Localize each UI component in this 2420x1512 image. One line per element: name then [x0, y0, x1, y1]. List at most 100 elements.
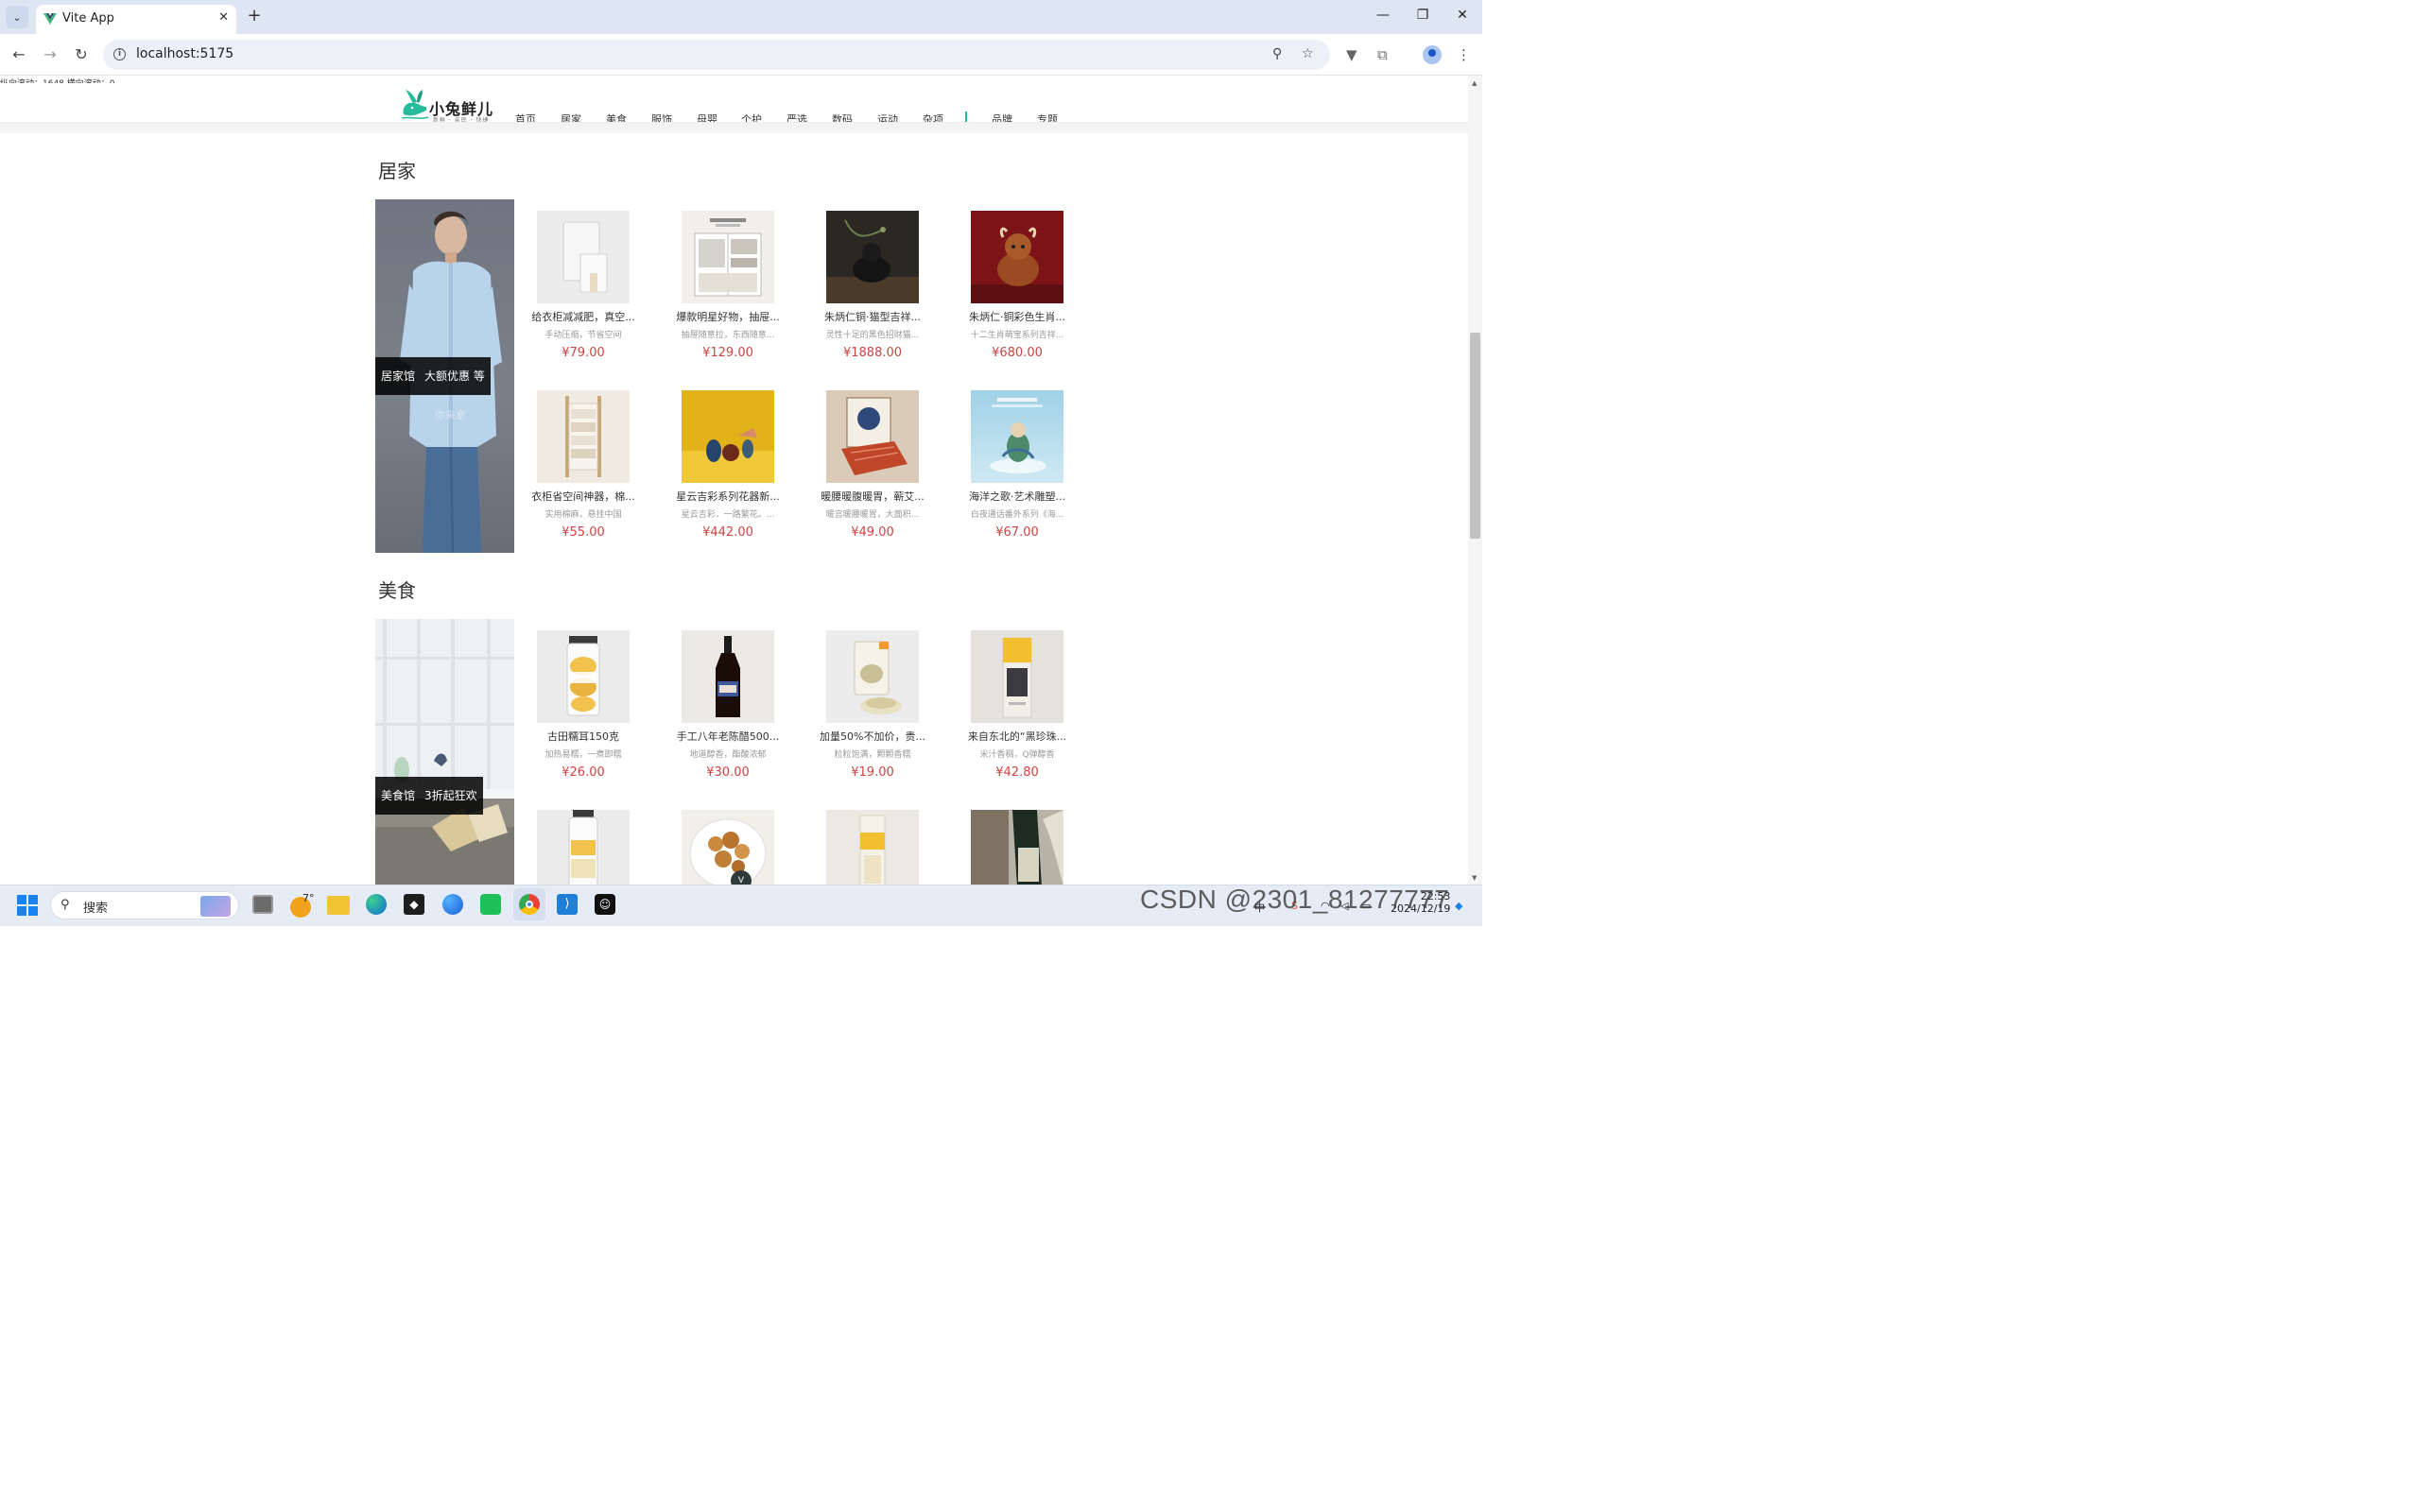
- product-name[interactable]: 古田糯耳150克: [527, 729, 640, 744]
- forward-button[interactable]: →: [41, 45, 60, 64]
- edge-browser-icon[interactable]: [366, 894, 387, 915]
- product-desc: 暖宫暖腰暖胃，大面积...: [825, 510, 920, 520]
- product-desc: 抽屉随意拉，东西随意...: [681, 331, 775, 340]
- tab-title: Vite App: [62, 11, 114, 26]
- vscode-icon[interactable]: ⟩: [557, 894, 578, 915]
- product-name[interactable]: 暖腰暖腹暖胃，蕲艾...: [816, 489, 929, 504]
- banner-label-food: 美食馆 3折起狂欢: [375, 777, 483, 815]
- tab-search-dropdown-icon[interactable]: ⌄: [6, 6, 28, 28]
- reload-button[interactable]: ↻: [72, 45, 91, 64]
- product-image[interactable]: [971, 390, 1063, 483]
- unity-app-icon[interactable]: ◆: [404, 894, 424, 915]
- qq-app-icon[interactable]: ☺: [595, 894, 615, 915]
- product-image[interactable]: [971, 810, 1063, 885]
- product-name[interactable]: 来自东北的“黑珍珠...: [960, 729, 1074, 744]
- product-price: ¥79.00: [562, 346, 605, 360]
- product-image[interactable]: [826, 630, 919, 723]
- product-price: ¥49.00: [851, 525, 894, 540]
- banner-name: 居家馆: [381, 369, 416, 383]
- bookmark-star-icon[interactable]: ☆: [1302, 46, 1314, 61]
- browser-toolbar: ← → ↻ i localhost:5175 ⚲ ☆ ▼ ⧉ ⋮: [0, 34, 1482, 76]
- product-name[interactable]: 星云吉彩系列花器新...: [671, 489, 785, 504]
- edge-dev-icon[interactable]: [442, 894, 463, 915]
- product-desc: 米汁香稠，Q弹醇香: [979, 750, 1055, 760]
- product-image[interactable]: [537, 810, 630, 885]
- wechat-devtools-icon[interactable]: [480, 894, 501, 915]
- browser-tab-active[interactable]: Vite App ✕: [36, 5, 236, 34]
- search-icon: ⚲: [60, 898, 70, 912]
- scroll-up-arrow-icon[interactable]: ▲: [1472, 79, 1477, 87]
- product-image[interactable]: [682, 810, 774, 885]
- product-name[interactable]: 朱炳仁铜·猫型吉祥...: [816, 309, 929, 324]
- product-desc: 地道醇香，酯酸浓郁: [689, 750, 767, 760]
- page-viewport: 纵向滚动：1648 横向滚动：0 小兔鲜儿 新鲜 · 亲民 · 快捷 首页 居家…: [0, 76, 1468, 885]
- product-image[interactable]: [682, 211, 774, 303]
- file-explorer-icon[interactable]: [327, 896, 350, 915]
- product-image[interactable]: [537, 390, 630, 483]
- product-price: ¥30.00: [706, 765, 750, 780]
- scrollbar-thumb[interactable]: [1470, 333, 1480, 539]
- restore-button[interactable]: ❐: [1413, 8, 1432, 23]
- profile-avatar[interactable]: [1423, 45, 1442, 64]
- product-desc: 加热易糯，一煮即糯: [544, 750, 622, 760]
- chrome-center-dot: [526, 901, 533, 908]
- product-name[interactable]: 给衣柜减减肥，真空...: [527, 309, 640, 324]
- product-image[interactable]: [826, 211, 919, 303]
- home-category-banner[interactable]: 居家馆 大额优惠 等 你来拿: [375, 199, 514, 553]
- url-text[interactable]: localhost:5175: [136, 46, 233, 61]
- new-tab-button[interactable]: +: [245, 6, 264, 26]
- product-name[interactable]: 朱炳仁·铜彩色生肖...: [960, 309, 1074, 324]
- notification-bell-icon[interactable]: ◆: [1455, 900, 1462, 912]
- close-window-button[interactable]: ✕: [1453, 8, 1472, 23]
- csdn-watermark: CSDN @2301_81277777: [1140, 885, 1450, 914]
- tab-close-icon[interactable]: ✕: [218, 10, 229, 25]
- address-bar[interactable]: i localhost:5175 ⚲ ☆: [103, 40, 1330, 70]
- taskbar-search-box[interactable]: ⚲ 搜索: [50, 891, 239, 919]
- product-price: ¥42.80: [995, 765, 1039, 780]
- product-name[interactable]: 海洋之歌·艺术雕塑...: [960, 489, 1074, 504]
- product-price: ¥19.00: [851, 765, 894, 780]
- product-price: ¥680.00: [992, 346, 1043, 360]
- extensions-puzzle-icon[interactable]: ⧉: [1377, 46, 1388, 63]
- zoom-icon[interactable]: ⚲: [1272, 46, 1282, 61]
- banner-subtext: 你来拿: [435, 409, 466, 421]
- product-desc: 手动压缩，节省空间: [544, 331, 622, 340]
- minimize-button[interactable]: —: [1374, 8, 1392, 23]
- back-button[interactable]: ←: [9, 45, 28, 64]
- food-category-banner[interactable]: 美食馆 3折起狂欢: [375, 619, 514, 885]
- product-price: ¥67.00: [995, 525, 1039, 540]
- product-image[interactable]: [537, 211, 630, 303]
- header-divider: [0, 122, 1468, 133]
- vue-devtools-extension-icon[interactable]: ▼: [1346, 46, 1357, 63]
- browser-menu-icon[interactable]: ⋮: [1457, 46, 1471, 63]
- section-title-food: 美食: [378, 579, 416, 602]
- weather-temp: 7°: [302, 892, 315, 904]
- vue-favicon-icon: [43, 13, 57, 25]
- product-image[interactable]: [682, 630, 774, 723]
- product-name[interactable]: 加量50%不加价，贵...: [816, 729, 929, 744]
- product-price: ¥1888.00: [842, 346, 903, 360]
- task-view-icon[interactable]: [252, 895, 273, 914]
- product-image[interactable]: [971, 630, 1063, 723]
- taskbar-search-placeholder: 搜索: [83, 902, 109, 916]
- browser-tabstrip: ⌄ Vite App ✕ + — ❐ ✕: [0, 0, 1482, 34]
- product-image[interactable]: [826, 810, 919, 885]
- product-desc: 白夜通话番外系列《海...: [970, 510, 1064, 520]
- product-desc: 灵性十足的黑色招财猫...: [825, 331, 920, 340]
- product-name[interactable]: 爆款明星好物，抽屉...: [671, 309, 785, 324]
- vue-devtools-toggle-icon[interactable]: V: [731, 870, 752, 885]
- product-desc: 星云吉彩，一路繁花。...: [681, 510, 775, 520]
- product-price: ¥129.00: [702, 346, 753, 360]
- product-image[interactable]: [682, 390, 774, 483]
- product-image[interactable]: [971, 211, 1063, 303]
- product-image[interactable]: [537, 630, 630, 723]
- scroll-down-arrow-icon[interactable]: ▼: [1472, 874, 1477, 882]
- banner-desc: 大额优惠 等: [424, 369, 485, 383]
- product-name[interactable]: 衣柜省空间神器，棉...: [527, 489, 640, 504]
- product-name[interactable]: 手工八年老陈醋500...: [671, 729, 785, 744]
- product-image[interactable]: [826, 390, 919, 483]
- windows-start-icon[interactable]: [17, 895, 38, 916]
- product-desc: 十二生肖萌宝系列吉祥...: [970, 331, 1064, 340]
- product-price: ¥55.00: [562, 525, 605, 540]
- site-info-icon[interactable]: i: [113, 48, 126, 60]
